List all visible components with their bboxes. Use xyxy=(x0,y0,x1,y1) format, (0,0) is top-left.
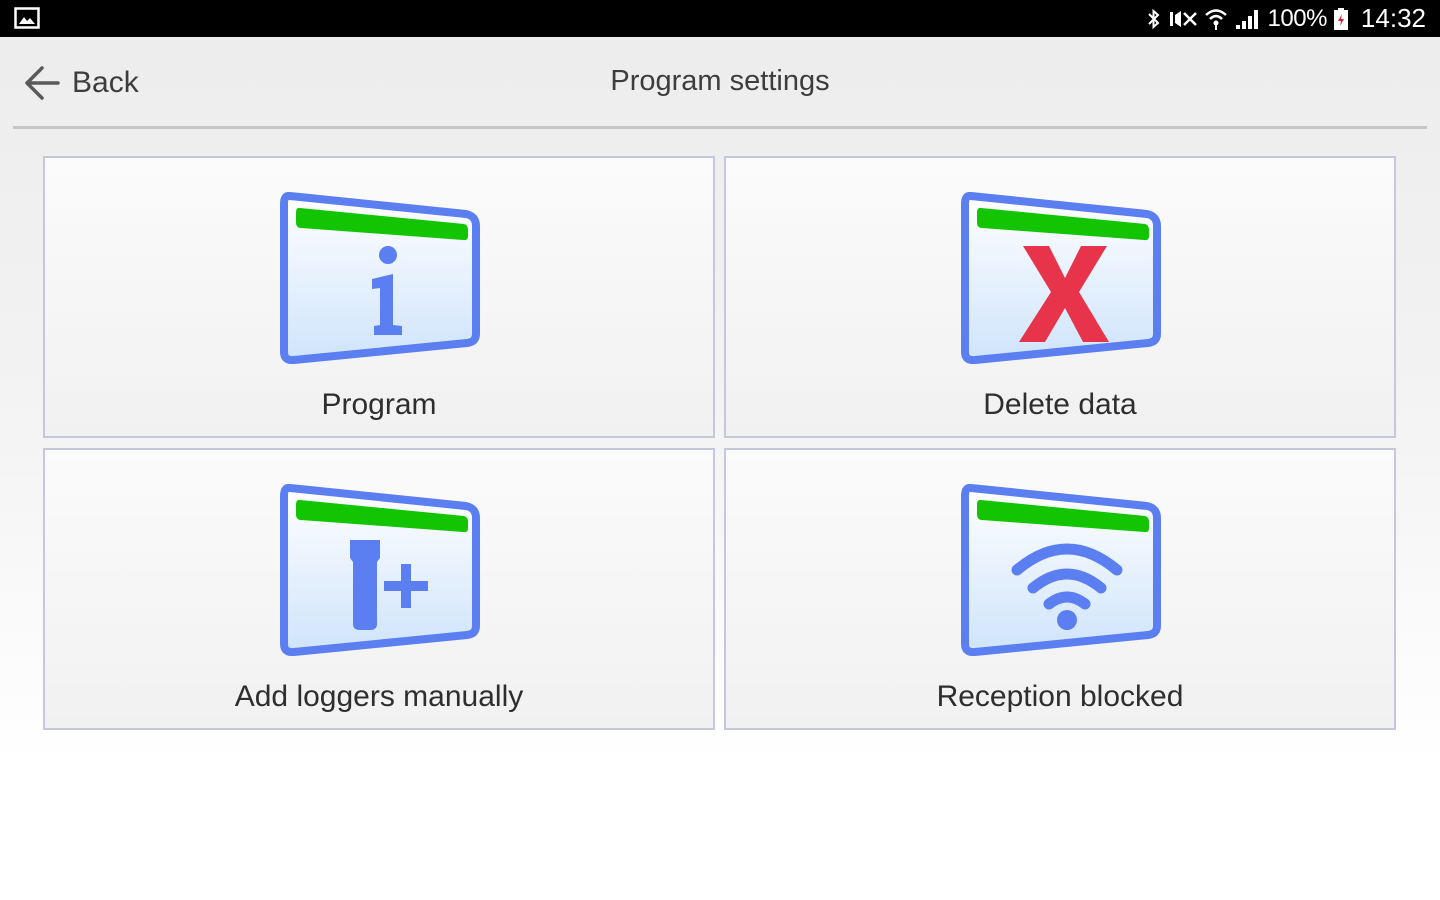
header-divider xyxy=(13,126,1427,129)
tile-label: Program xyxy=(321,388,437,421)
signal-icon xyxy=(1235,9,1258,29)
mute-icon xyxy=(1169,10,1197,27)
add-logger-icon xyxy=(280,484,480,656)
delete-data-tile[interactable]: Delete data xyxy=(724,156,1396,438)
battery-percent: 100% xyxy=(1267,4,1328,32)
toolbar: Back Program settings xyxy=(0,37,1440,127)
wifi-icon xyxy=(1204,8,1227,30)
tile-label: Reception blocked xyxy=(936,680,1184,713)
bluetooth-icon xyxy=(1147,8,1159,29)
status-indicators: 100% 14:32 xyxy=(1146,0,1426,37)
gallery-icon xyxy=(14,7,40,29)
tile-label: Add loggers manually xyxy=(234,680,524,713)
add-loggers-manually-tile[interactable]: Add loggers manually xyxy=(43,448,715,730)
delete-icon xyxy=(961,192,1161,364)
reception-blocked-tile[interactable]: Reception blocked xyxy=(724,448,1396,730)
tile-label: Delete data xyxy=(983,388,1137,421)
program-tile[interactable]: Program xyxy=(43,156,715,438)
battery-icon xyxy=(1333,7,1348,30)
status-bar: 100% 14:32 xyxy=(0,0,1440,37)
info-icon xyxy=(280,192,480,364)
page-title: Program settings xyxy=(610,65,830,97)
reception-icon xyxy=(961,484,1161,656)
status-clock: 14:32 xyxy=(1360,3,1426,33)
